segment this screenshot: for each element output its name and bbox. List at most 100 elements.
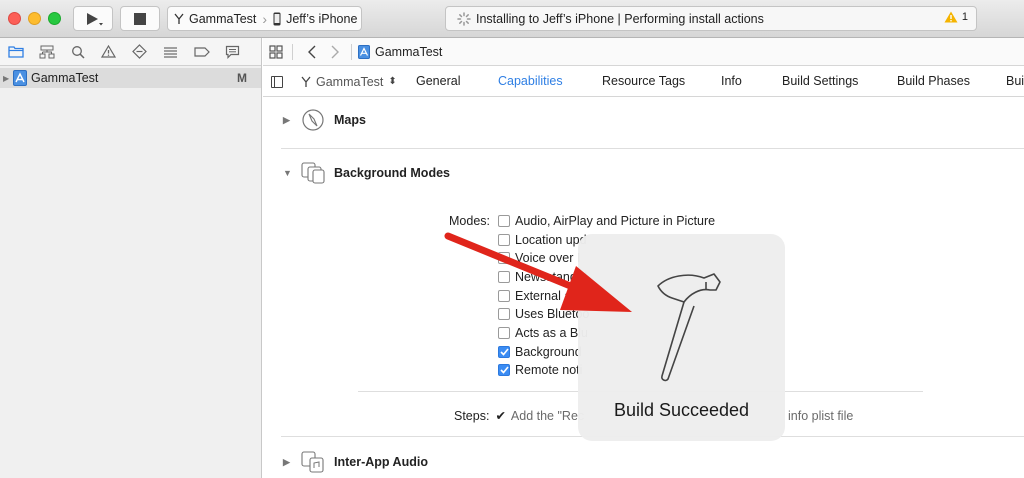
mode-label: Newsstand d xyxy=(515,270,588,284)
mode-label: Audio, AirPlay and Picture in Picture xyxy=(515,214,716,228)
compass-icon xyxy=(299,108,327,132)
tab-build-rules[interactable]: Bui xyxy=(1006,74,1024,88)
hammer-icon xyxy=(657,273,721,382)
mode-checkbox-row[interactable]: Remote noti xyxy=(498,363,582,377)
checkbox[interactable] xyxy=(498,215,510,227)
sidebar-toggle-icon[interactable] xyxy=(271,75,283,88)
project-row[interactable]: ▶ GammaTest M xyxy=(0,68,261,88)
capability-header[interactable]: ▶ Inter-App Audio xyxy=(263,450,1024,474)
mode-checkbox-row[interactable]: Background xyxy=(498,345,582,359)
spinner-icon xyxy=(457,12,471,26)
run-button[interactable] xyxy=(73,6,113,31)
search-icon[interactable] xyxy=(62,38,93,66)
build-succeeded-hud: Build Succeeded xyxy=(578,234,785,441)
scheme-selector[interactable]: GammaTest › Jeff’s iPhone xyxy=(167,6,362,31)
steps-row: Steps: ✔ Add the "Rec info plist file xyxy=(454,408,853,424)
list-icon[interactable] xyxy=(155,38,186,66)
stop-icon xyxy=(134,12,146,25)
checkmark-icon xyxy=(499,348,509,356)
tab-resource-tags[interactable]: Resource Tags xyxy=(602,74,685,88)
jump-bar: GammaTest xyxy=(263,38,1024,66)
related-items-icon[interactable] xyxy=(266,44,286,59)
target-icon xyxy=(174,13,184,24)
tab-general[interactable]: General xyxy=(416,74,460,88)
iphone-icon xyxy=(273,12,281,25)
chat-icon[interactable] xyxy=(217,38,248,66)
mode-checkbox-row[interactable]: Location upd xyxy=(498,233,587,247)
mode-checkbox-row[interactable]: Newsstand d xyxy=(498,270,587,284)
breadcrumb-project: GammaTest xyxy=(375,44,443,59)
checkbox-checked[interactable] xyxy=(498,364,510,376)
mode-label: Location upd xyxy=(515,233,587,247)
checkbox-checked[interactable] xyxy=(498,346,510,358)
scheme-device[interactable]: Jeff’s iPhone xyxy=(267,12,363,26)
chevron-updown-icon: ⬍ xyxy=(388,76,397,87)
mode-label: Voice over I xyxy=(515,251,581,265)
capability-header[interactable]: ▼ Background Modes xyxy=(263,161,1024,185)
close-window-button[interactable] xyxy=(8,12,21,25)
tab-build-phases[interactable]: Build Phases xyxy=(897,74,970,88)
disclosure-triangle-icon[interactable]: ▶ xyxy=(3,74,13,83)
mode-label: External ac xyxy=(515,289,578,303)
disclosure-triangle-icon[interactable]: ▶ xyxy=(283,115,299,126)
mode-label: Acts as a Blu xyxy=(515,326,588,340)
device-name: Jeff’s iPhone xyxy=(286,11,358,26)
forward-arrow-icon[interactable] xyxy=(325,45,345,59)
checkbox[interactable] xyxy=(498,271,510,283)
diamond-icon[interactable] xyxy=(124,38,155,66)
breadcrumb[interactable]: GammaTest xyxy=(358,44,443,59)
checkmark-icon xyxy=(499,366,509,374)
steps-label: Steps: xyxy=(454,408,490,423)
checkbox[interactable] xyxy=(498,234,510,246)
mode-label: Background xyxy=(515,345,582,359)
zoom-window-button[interactable] xyxy=(48,12,61,25)
project-navigator: ▶ GammaTest M xyxy=(0,38,262,478)
mode-checkbox-row[interactable]: Audio, AirPlay and Picture in Picture xyxy=(498,214,715,228)
navigator-selector-bar xyxy=(0,38,261,66)
tab-info[interactable]: Info xyxy=(721,74,742,88)
project-icon xyxy=(358,44,370,59)
checkbox[interactable] xyxy=(498,290,510,302)
tab-capabilities[interactable]: Capabilities xyxy=(498,74,563,88)
play-icon xyxy=(87,12,103,25)
source-control-status: M xyxy=(237,71,247,85)
scheme-target[interactable]: GammaTest xyxy=(168,12,262,26)
stop-button[interactable] xyxy=(120,6,160,31)
mode-checkbox-row[interactable]: Voice over I xyxy=(498,251,580,265)
tag-icon[interactable] xyxy=(186,38,217,66)
target-name: GammaTest xyxy=(316,74,384,89)
warning-badge[interactable]: 1 xyxy=(944,11,968,23)
target-selector[interactable]: GammaTest ⬍ xyxy=(301,75,397,89)
background-modes-icon xyxy=(299,161,327,185)
checkbox[interactable] xyxy=(498,327,510,339)
divider xyxy=(351,43,352,60)
back-arrow-icon[interactable] xyxy=(302,45,322,59)
folder-icon[interactable] xyxy=(0,38,31,66)
activity-viewer: Installing to Jeff’s iPhone | Performing… xyxy=(445,6,977,31)
minimize-window-button[interactable] xyxy=(28,12,41,25)
mode-checkbox-row[interactable]: External ac xyxy=(498,289,578,303)
capability-background-modes: ▼ Background Modes xyxy=(263,161,1024,185)
mode-checkbox-row[interactable]: Uses Bluetoo xyxy=(498,307,589,321)
checkbox[interactable] xyxy=(498,308,510,320)
steps-text-tail: info plist file xyxy=(788,408,854,423)
scheme-name: GammaTest xyxy=(189,11,257,26)
capability-title: Inter-App Audio xyxy=(334,455,428,469)
divider xyxy=(281,148,1024,149)
capability-inter-app-audio: ▶ Inter-App Audio xyxy=(263,450,1024,474)
mode-label: Remote noti xyxy=(515,363,583,377)
capability-title: Background Modes xyxy=(334,166,450,180)
disclosure-triangle-icon[interactable]: ▶ xyxy=(283,457,299,468)
disclosure-triangle-down-icon[interactable]: ▼ xyxy=(283,168,299,178)
warning-icon[interactable] xyxy=(93,38,124,66)
checkbox[interactable] xyxy=(498,252,510,264)
project-icon xyxy=(13,70,27,86)
capability-header[interactable]: ▶ Maps xyxy=(263,108,1024,132)
hierarchy-icon[interactable] xyxy=(31,38,62,66)
tab-build-settings[interactable]: Build Settings xyxy=(782,74,858,88)
steps-text: Add the "Rec xyxy=(510,408,585,423)
activity-status: Installing to Jeff’s iPhone | Performing… xyxy=(476,11,764,26)
modes-label: Modes: xyxy=(449,214,490,228)
mode-checkbox-row[interactable]: Acts as a Blu xyxy=(498,326,588,340)
target-icon xyxy=(301,76,311,87)
